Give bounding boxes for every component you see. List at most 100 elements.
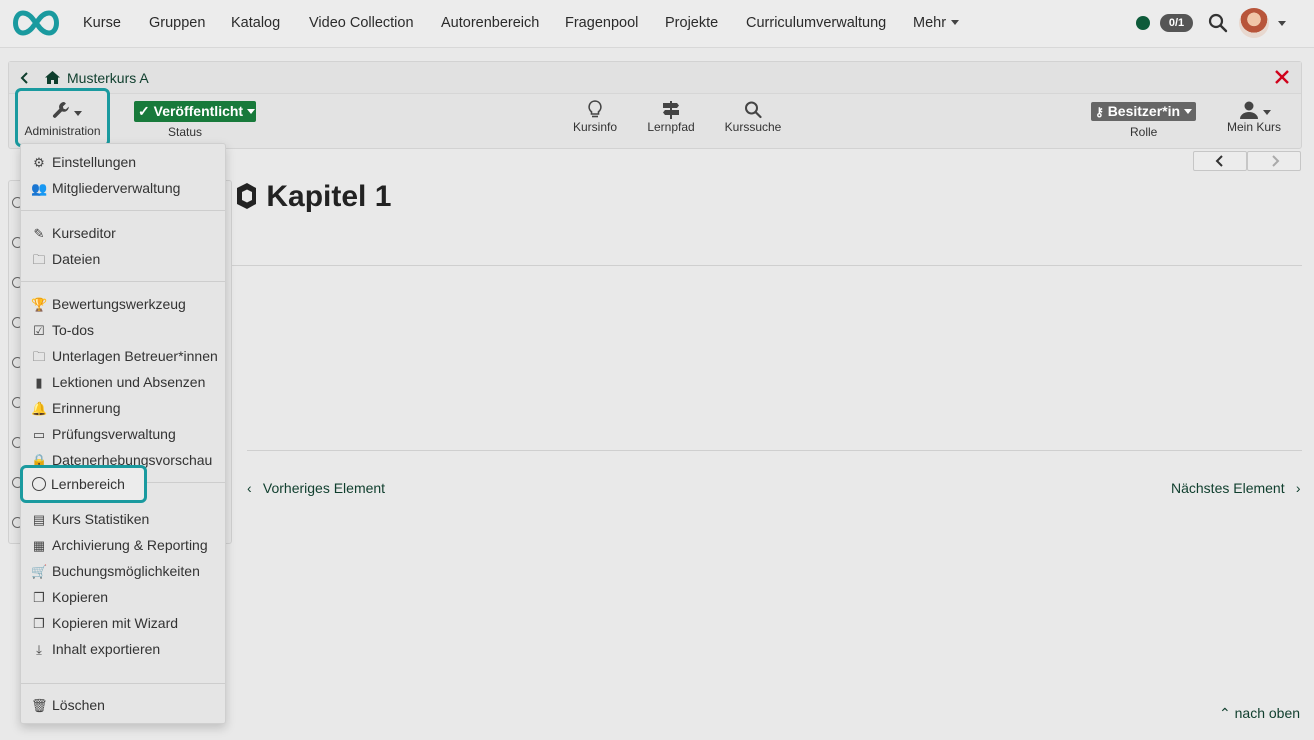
users-icon: 👥 [31, 181, 48, 196]
previous-page-button[interactable] [1193, 151, 1247, 171]
divider [247, 450, 1302, 451]
circle-icon [32, 477, 46, 491]
menu-item-erinnerung[interactable]: 🔔 Erinnerung [31, 397, 121, 419]
cart-icon: 🛒 [31, 564, 48, 579]
menu-item-einstellungen[interactable]: ⚙ Einstellungen [31, 151, 136, 173]
next-element-link[interactable]: Nächstes Element › [1171, 480, 1301, 496]
menu-item-buchungsmoeglichkeiten[interactable]: 🛒 Buchungsmöglichkeiten [31, 560, 200, 582]
menu-item-unterlagen[interactable]: 🗀 Unterlagen Betreuer*innen [31, 345, 217, 367]
online-status-icon[interactable] [1136, 16, 1150, 30]
copy-icon: ❐ [33, 590, 45, 605]
previous-element-link[interactable]: ‹ Vorheriges Element [247, 480, 385, 496]
menu-item-label: Kopieren [52, 589, 109, 605]
lernpfad-button[interactable]: Lernpfad [643, 100, 699, 134]
chevron-down-icon [951, 20, 960, 25]
nav-gruppen[interactable]: Gruppen [149, 15, 205, 31]
role-dropdown[interactable]: ⚷ Besitzer*in [1091, 102, 1196, 121]
menu-divider [21, 281, 225, 282]
menu-item-kurs-statistiken[interactable]: ▤ Kurs Statistiken [31, 508, 149, 530]
menu-item-pruefungsverwaltung[interactable]: ▭ Prüfungsverwaltung [31, 423, 176, 445]
back-to-top-label: nach oben [1234, 705, 1301, 721]
chevron-down-icon [247, 109, 256, 114]
status-label: Status [168, 125, 203, 139]
administration-button[interactable]: Administration [15, 88, 110, 147]
exam-icon: ▭ [32, 427, 46, 442]
menu-item-label: Erinnerung [52, 400, 121, 416]
nav-mehr-label: Mehr [913, 15, 947, 31]
menu-item-label: Löschen [52, 697, 105, 713]
user-icon [1240, 101, 1271, 119]
menu-item-mitgliederverwaltung[interactable]: 👥 Mitgliederverwaltung [31, 177, 180, 199]
checkbox-icon: ☑ [33, 323, 45, 338]
menu-item-label: Einstellungen [52, 154, 137, 170]
course-title[interactable]: Musterkurs A [67, 70, 149, 86]
back-to-top-link[interactable]: ⌃ nach oben [1219, 705, 1300, 722]
mein-kurs-button[interactable]: Mein Kurs [1222, 100, 1286, 134]
menu-item-lektionen[interactable]: ▮ Lektionen und Absenzen [31, 371, 205, 393]
counter-badge[interactable]: 0/1 [1160, 14, 1193, 32]
menu-item-kurseditor[interactable]: ✎ Kurseditor [31, 222, 116, 244]
breadcrumb: Musterkurs A [9, 62, 1301, 94]
menu-divider [21, 210, 225, 211]
nav-video-collection[interactable]: Video Collection [309, 15, 414, 31]
avatar[interactable] [1239, 8, 1269, 38]
top-navigation: Kurse Gruppen Katalog Video Collection A… [0, 0, 1314, 48]
edit-icon: ✎ [33, 226, 45, 241]
menu-item-kopieren[interactable]: ❐ Kopieren [31, 586, 108, 608]
kursinfo-button[interactable]: Kursinfo [567, 100, 623, 134]
menu-item-label: Mitgliederverwaltung [52, 180, 181, 196]
archive-icon: ▦ [32, 538, 46, 553]
nav-fragenpool[interactable]: Fragenpool [565, 15, 638, 31]
lernpfad-label: Lernpfad [647, 120, 695, 134]
download-icon: ⤓ [36, 642, 42, 657]
menu-item-kopieren-wizard[interactable]: ❐ Kopieren mit Wizard [31, 612, 178, 634]
nav-mehr[interactable]: Mehr [913, 15, 960, 31]
page-title: Kapitel 1 [234, 180, 391, 214]
home-icon[interactable] [44, 70, 61, 85]
search-icon [745, 101, 762, 119]
chevron-right-icon: › [1295, 480, 1301, 496]
kurssuche-button[interactable]: Kurssuche [721, 100, 785, 134]
menu-item-inhalt-exportieren[interactable]: ⤓ Inhalt exportieren [31, 638, 160, 660]
chevron-right-icon [1272, 155, 1280, 167]
next-element-label: Nächstes Element [1171, 480, 1285, 496]
trash-icon: 🗑 [31, 698, 48, 713]
menu-item-lernbereich[interactable]: Lernbereich [20, 465, 147, 503]
chapter-icon [237, 183, 256, 209]
previous-element-label: Vorheriges Element [262, 480, 386, 496]
menu-item-todos[interactable]: ☑ To-dos [31, 319, 94, 341]
check-icon: ✓ [138, 103, 150, 119]
chevron-left-icon[interactable] [19, 71, 31, 85]
menu-item-archivierung[interactable]: ▦ Archivierung & Reporting [31, 534, 208, 556]
chevron-down-icon [74, 111, 82, 116]
bell-icon: 🔔 [31, 401, 48, 416]
close-icon[interactable] [1273, 68, 1291, 86]
status-dropdown[interactable]: ✓ Veröffentlicht [134, 101, 256, 122]
nav-curriculumverwaltung[interactable]: Curriculumverwaltung [746, 15, 886, 31]
kursinfo-label: Kursinfo [572, 120, 618, 134]
openolat-logo[interactable] [9, 9, 63, 37]
lightbulb-icon [588, 100, 602, 118]
trophy-icon: 🏆 [31, 297, 48, 312]
nav-kurse[interactable]: Kurse [83, 15, 121, 31]
wrench-icon [52, 102, 69, 118]
folder-icon: 🗀 [32, 349, 46, 364]
menu-item-bewertungswerkzeug[interactable]: 🏆 Bewertungswerkzeug [31, 293, 186, 315]
menu-item-label: Bewertungswerkzeug [52, 296, 186, 312]
menu-item-loeschen[interactable]: 🗑 Löschen [31, 694, 105, 716]
nav-autorenbereich[interactable]: Autorenbereich [441, 15, 539, 31]
administration-label: Administration [24, 124, 101, 138]
search-icon[interactable] [1208, 13, 1228, 33]
nav-katalog[interactable]: Katalog [231, 15, 280, 31]
role-label: Rolle [1130, 125, 1158, 139]
menu-item-dateien[interactable]: 🗀 Dateien [31, 248, 100, 270]
administration-menu: ⚙ Einstellungen 👥 Mitgliederverwaltung ✎ Ku… [20, 143, 226, 724]
menu-item-label: Kopieren mit Wizard [52, 615, 179, 631]
chevron-left-icon: ‹ [247, 480, 252, 496]
nav-projekte[interactable]: Projekte [665, 15, 718, 31]
chevron-down-icon[interactable] [1278, 21, 1286, 26]
folder-icon: 🗀 [32, 252, 46, 267]
kurssuche-label: Kurssuche [724, 120, 782, 134]
mein-kurs-label: Mein Kurs [1226, 120, 1282, 134]
next-page-button[interactable] [1247, 151, 1301, 171]
